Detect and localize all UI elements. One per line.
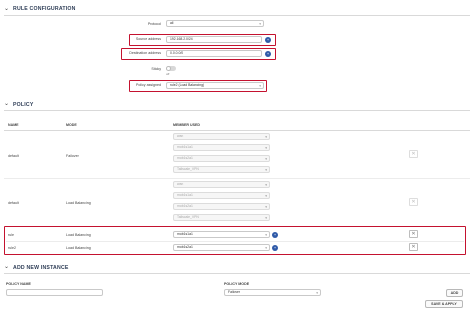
protocol-select[interactable]: all ▾ [166,20,264,27]
policy-name-input[interactable] [6,289,103,296]
caret-down-icon: ▾ [265,157,267,161]
destination-address-label: Destination address [129,51,161,55]
destination-address-value: 0.0.0.0/0 [170,51,184,55]
caret-down-icon: ▾ [265,216,267,220]
member-select[interactable]: mob1s1a1 ▾ [173,144,270,151]
policy-title: POLICY [13,102,34,108]
policy-assigned-value: rule2 (Load Balancing) [170,83,205,87]
caret-down-icon: ▾ [316,291,318,295]
member-value: mob1s2a1 [177,245,193,249]
row-mode: Failover [66,154,79,158]
member-value: Tailscale_VPN [177,215,199,219]
toggle-knob [166,66,171,71]
caret-down-icon: ▾ [259,22,261,26]
member-value: wan [177,134,184,138]
destination-address-input[interactable]: 0.0.0.0/0 [166,50,262,57]
member-value: mob1s2a1 [177,204,193,208]
member-select[interactable]: mob1s2a1 ▾ [173,155,270,162]
divider [4,178,470,179]
policy-mode-value: Failover [228,290,241,294]
save-apply-button[interactable]: SAVE & APPLY [425,300,463,308]
column-header-mode: MODE [66,123,77,127]
divider [4,110,470,111]
add-instance-collapse-icon[interactable]: ⌄ [4,264,9,270]
row-mode: Load Balancing [66,246,91,250]
policy-name-label: POLICY NAME [6,282,31,286]
sticky-toggle[interactable] [166,66,176,71]
member-value: mob1s2a1 [177,156,193,160]
add-destination-plus-icon[interactable]: + [265,50,271,57]
policy-assigned-select[interactable]: rule2 (Load Balancing) ▾ [166,82,264,89]
caret-down-icon: ▾ [265,135,267,139]
policy-collapse-icon[interactable]: ⌄ [4,101,9,107]
divider [4,15,470,16]
delete-x-icon[interactable]: ✕ [409,198,418,206]
row-name: default [8,154,19,158]
delete-x-icon[interactable]: ✕ [409,243,418,251]
caret-down-icon: ▾ [265,183,267,187]
caret-down-icon: ▾ [259,84,261,88]
rule-config-title: RULE CONFIGURATION [13,6,76,12]
member-value: Tailscale_VPN [177,167,199,171]
protocol-value: all [170,21,174,25]
caret-down-icon: ▾ [265,205,267,209]
member-value: mob1s1a1 [177,193,193,197]
add-instance-title: ADD NEW INSTANCE [13,265,69,271]
caret-down-icon: ▾ [265,233,267,237]
caret-down-icon: ▾ [265,168,267,172]
divider [4,273,470,274]
divider [4,130,470,131]
caret-down-icon: ▾ [265,246,267,250]
row-name: rule2 [8,246,16,250]
caret-down-icon: ▾ [265,146,267,150]
caret-down-icon: ▾ [265,194,267,198]
column-header-name: NAME [8,123,19,127]
member-select[interactable]: Tailscale_VPN ▾ [173,166,270,173]
row-name: default [8,201,19,205]
member-select[interactable]: mob1s1a1 ▾ [173,231,270,238]
source-address-input[interactable]: 192.168.2.0/24 [166,36,262,43]
rule-config-collapse-icon[interactable]: ⌄ [4,6,9,12]
add-member-plus-icon[interactable]: + [272,244,278,251]
delete-x-icon[interactable]: ✕ [409,230,418,238]
sticky-state-text: off [166,72,170,76]
policy-assigned-label: Policy assigned [136,83,161,87]
source-address-value: 192.168.2.0/24 [170,37,193,41]
member-value: mob1s1a1 [177,145,193,149]
add-button[interactable]: ADD [446,289,463,297]
member-select[interactable]: mob1s1a1 ▾ [173,192,270,199]
member-select[interactable]: wan ▾ [173,133,270,140]
member-select[interactable]: Tailscale_VPN ▾ [173,214,270,221]
row-mode: Load Balancing [66,233,91,237]
member-value: mob1s1a1 [177,232,193,236]
member-select[interactable]: mob1s2a1 ▾ [173,244,270,251]
add-source-plus-icon[interactable]: + [265,36,271,43]
column-header-member-used: MEMBER USED [173,123,200,127]
sticky-label: Sticky [151,67,161,71]
add-member-plus-icon[interactable]: + [272,231,278,238]
protocol-label: Protocol [147,22,161,26]
delete-x-icon[interactable]: ✕ [409,150,418,158]
divider [6,241,464,242]
policy-mode-label: POLICY MODE [224,282,250,286]
row-name: rule [8,233,14,237]
row-mode: Load Balancing [66,201,91,205]
source-address-label: Source address [135,37,161,41]
policy-mode-select[interactable]: Failover ▾ [224,289,321,296]
member-value: wan [177,182,184,186]
member-select[interactable]: wan ▾ [173,181,270,188]
member-select[interactable]: mob1s2a1 ▾ [173,203,270,210]
